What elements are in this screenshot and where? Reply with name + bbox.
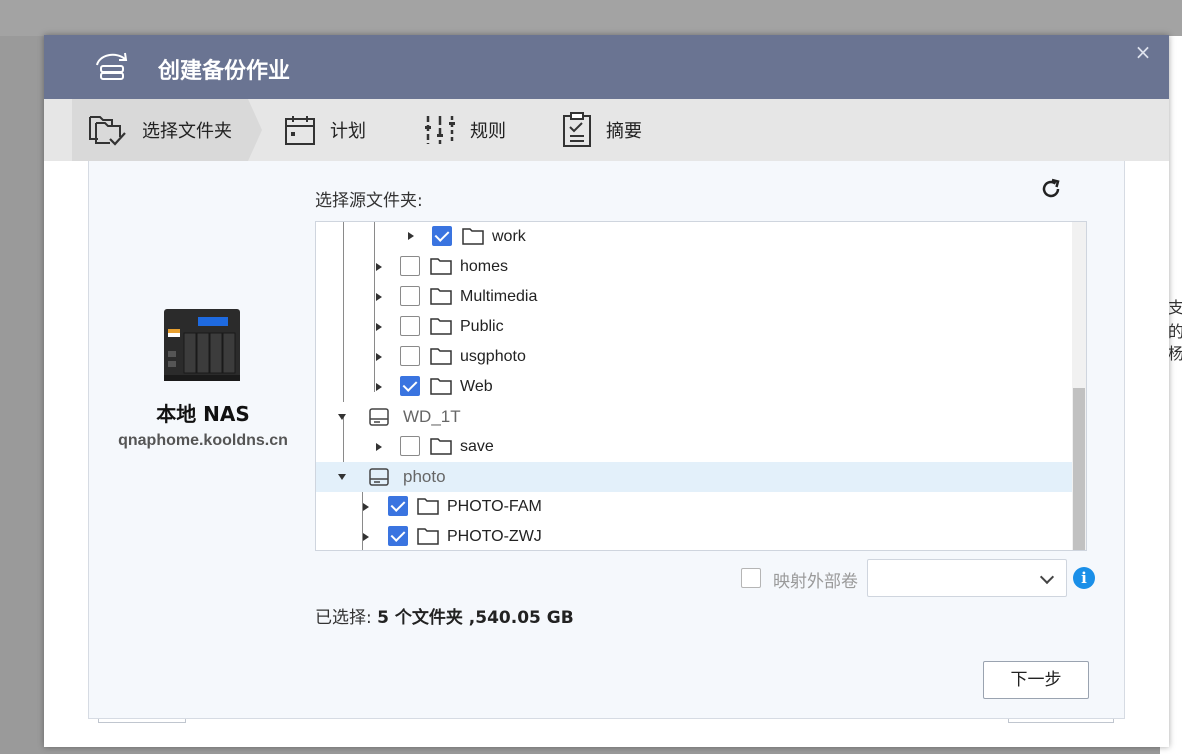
info-icon[interactable]: i bbox=[1073, 567, 1095, 589]
next-button[interactable]: 下一步 bbox=[983, 661, 1089, 699]
step-label: 选择文件夹 bbox=[142, 121, 232, 142]
folder-tree[interactable]: work homes Multimedia Public usgphoto We… bbox=[315, 221, 1087, 551]
expand-icon[interactable] bbox=[376, 263, 382, 271]
tree-scrollbar-thumb[interactable] bbox=[1073, 388, 1085, 550]
step-summary[interactable]: 摘要 bbox=[562, 99, 642, 161]
folder-name: PHOTO-ZWJ bbox=[447, 528, 542, 545]
source-folder-label: 选择源文件夹: bbox=[315, 191, 423, 211]
external-volume-select[interactable] bbox=[867, 559, 1067, 597]
background-text: 杨 bbox=[1168, 344, 1182, 363]
backup-disk-icon bbox=[96, 52, 128, 80]
summary-prefix: 已选择: bbox=[315, 608, 378, 628]
tree-row-volume[interactable]: photo bbox=[316, 462, 1073, 492]
dialog-titlebar: 创建备份作业 × bbox=[44, 35, 1169, 99]
tree-row[interactable]: usgphoto bbox=[316, 342, 1073, 372]
background-text: 支 bbox=[1168, 298, 1182, 317]
expand-icon[interactable] bbox=[376, 293, 382, 301]
background-button-edge bbox=[1008, 719, 1114, 723]
folder-icon bbox=[430, 288, 452, 305]
folder-name: Public bbox=[460, 318, 504, 335]
disk-icon bbox=[369, 408, 389, 426]
volume-name: WD_1T bbox=[403, 407, 461, 426]
background-header bbox=[0, 0, 1182, 36]
tree-row[interactable]: PHOTO-FAM bbox=[316, 492, 1073, 522]
expand-icon[interactable] bbox=[363, 533, 369, 541]
expand-icon[interactable] bbox=[408, 232, 414, 240]
expand-icon[interactable] bbox=[376, 443, 382, 451]
tree-row[interactable]: PHOTO-ZWJ bbox=[316, 522, 1073, 550]
folder-icon bbox=[417, 528, 439, 545]
folder-check-icon bbox=[89, 116, 126, 146]
close-button[interactable]: × bbox=[1133, 41, 1153, 63]
background-text: 的 bbox=[1168, 322, 1182, 341]
expand-icon[interactable] bbox=[376, 353, 382, 361]
collapse-icon[interactable] bbox=[338, 414, 346, 420]
tree-row-volume[interactable]: WD_1T bbox=[316, 402, 1073, 432]
folder-checkbox[interactable] bbox=[400, 436, 420, 456]
folder-name: Web bbox=[460, 378, 493, 395]
tree-row[interactable]: Web bbox=[316, 372, 1073, 402]
folder-checkbox[interactable] bbox=[400, 376, 420, 396]
tree-row[interactable]: homes bbox=[316, 252, 1073, 282]
folder-name: Multimedia bbox=[460, 288, 538, 305]
folder-name: homes bbox=[460, 258, 509, 275]
folder-checkbox[interactable] bbox=[388, 496, 408, 516]
folder-icon bbox=[417, 498, 439, 515]
refresh-icon[interactable] bbox=[1039, 177, 1063, 201]
tree-row[interactable]: Public bbox=[316, 312, 1073, 342]
map-external-volume-checkbox[interactable] bbox=[741, 568, 761, 588]
disk-icon bbox=[369, 468, 389, 486]
calendar-icon bbox=[285, 116, 315, 145]
nas-icon bbox=[164, 309, 240, 381]
folder-checkbox[interactable] bbox=[400, 346, 420, 366]
summary-value: 5 个文件夹 ,540.05 GB bbox=[377, 608, 574, 628]
wizard-steps: 选择文件夹 计划 规则 摘要 bbox=[44, 99, 1169, 161]
expand-icon[interactable] bbox=[363, 503, 369, 511]
step-select-folder[interactable]: 选择文件夹 bbox=[88, 99, 232, 161]
tree-scrollbar[interactable] bbox=[1072, 222, 1086, 550]
expand-icon[interactable] bbox=[376, 323, 382, 331]
folder-icon bbox=[430, 438, 452, 455]
dialog-title: 创建备份作业 bbox=[158, 59, 291, 84]
dialog-content: 本地 NAS qnaphome.kooldns.cn 选择源文件夹: work bbox=[88, 161, 1125, 719]
folder-checkbox[interactable] bbox=[388, 526, 408, 546]
step-label: 摘要 bbox=[606, 121, 642, 142]
step-schedule[interactable]: 计划 bbox=[284, 99, 366, 161]
folder-checkbox[interactable] bbox=[432, 226, 452, 246]
step-label: 规则 bbox=[470, 121, 506, 142]
folder-icon bbox=[430, 348, 452, 365]
collapse-icon[interactable] bbox=[338, 474, 346, 480]
volume-name: photo bbox=[403, 467, 446, 486]
folder-name: PHOTO-FAM bbox=[447, 498, 542, 515]
chevron-down-icon bbox=[1039, 569, 1055, 585]
folder-checkbox[interactable] bbox=[400, 316, 420, 336]
folder-icon bbox=[430, 378, 452, 395]
background-button-edge bbox=[98, 719, 186, 723]
map-external-volume-label: 映射外部卷 bbox=[773, 572, 858, 592]
clipboard-icon bbox=[563, 112, 591, 147]
folder-name: save bbox=[460, 438, 494, 455]
folder-name: usgphoto bbox=[460, 348, 526, 365]
tree-row[interactable]: save bbox=[316, 432, 1073, 462]
create-backup-job-dialog: 创建备份作业 × 选择文件夹 计划 规则 摘要 本地 NAS qnaphome.… bbox=[44, 35, 1169, 747]
tree-row[interactable]: work bbox=[316, 222, 1073, 252]
sliders-icon bbox=[425, 116, 455, 144]
folder-icon bbox=[430, 318, 452, 335]
selection-summary: 已选择: 5 个文件夹 ,540.05 GB bbox=[315, 603, 574, 628]
folder-checkbox[interactable] bbox=[400, 256, 420, 276]
folder-icon bbox=[462, 228, 484, 245]
step-label: 计划 bbox=[330, 121, 366, 142]
folder-icon bbox=[430, 258, 452, 275]
nas-device-name: 本地 NAS bbox=[156, 402, 250, 426]
tree-row[interactable]: Multimedia bbox=[316, 282, 1073, 312]
folder-checkbox[interactable] bbox=[400, 286, 420, 306]
folder-name: work bbox=[492, 228, 526, 245]
step-rules[interactable]: 规则 bbox=[424, 99, 506, 161]
expand-icon[interactable] bbox=[376, 383, 382, 391]
nas-hostname: qnaphome.kooldns.cn bbox=[118, 432, 288, 449]
